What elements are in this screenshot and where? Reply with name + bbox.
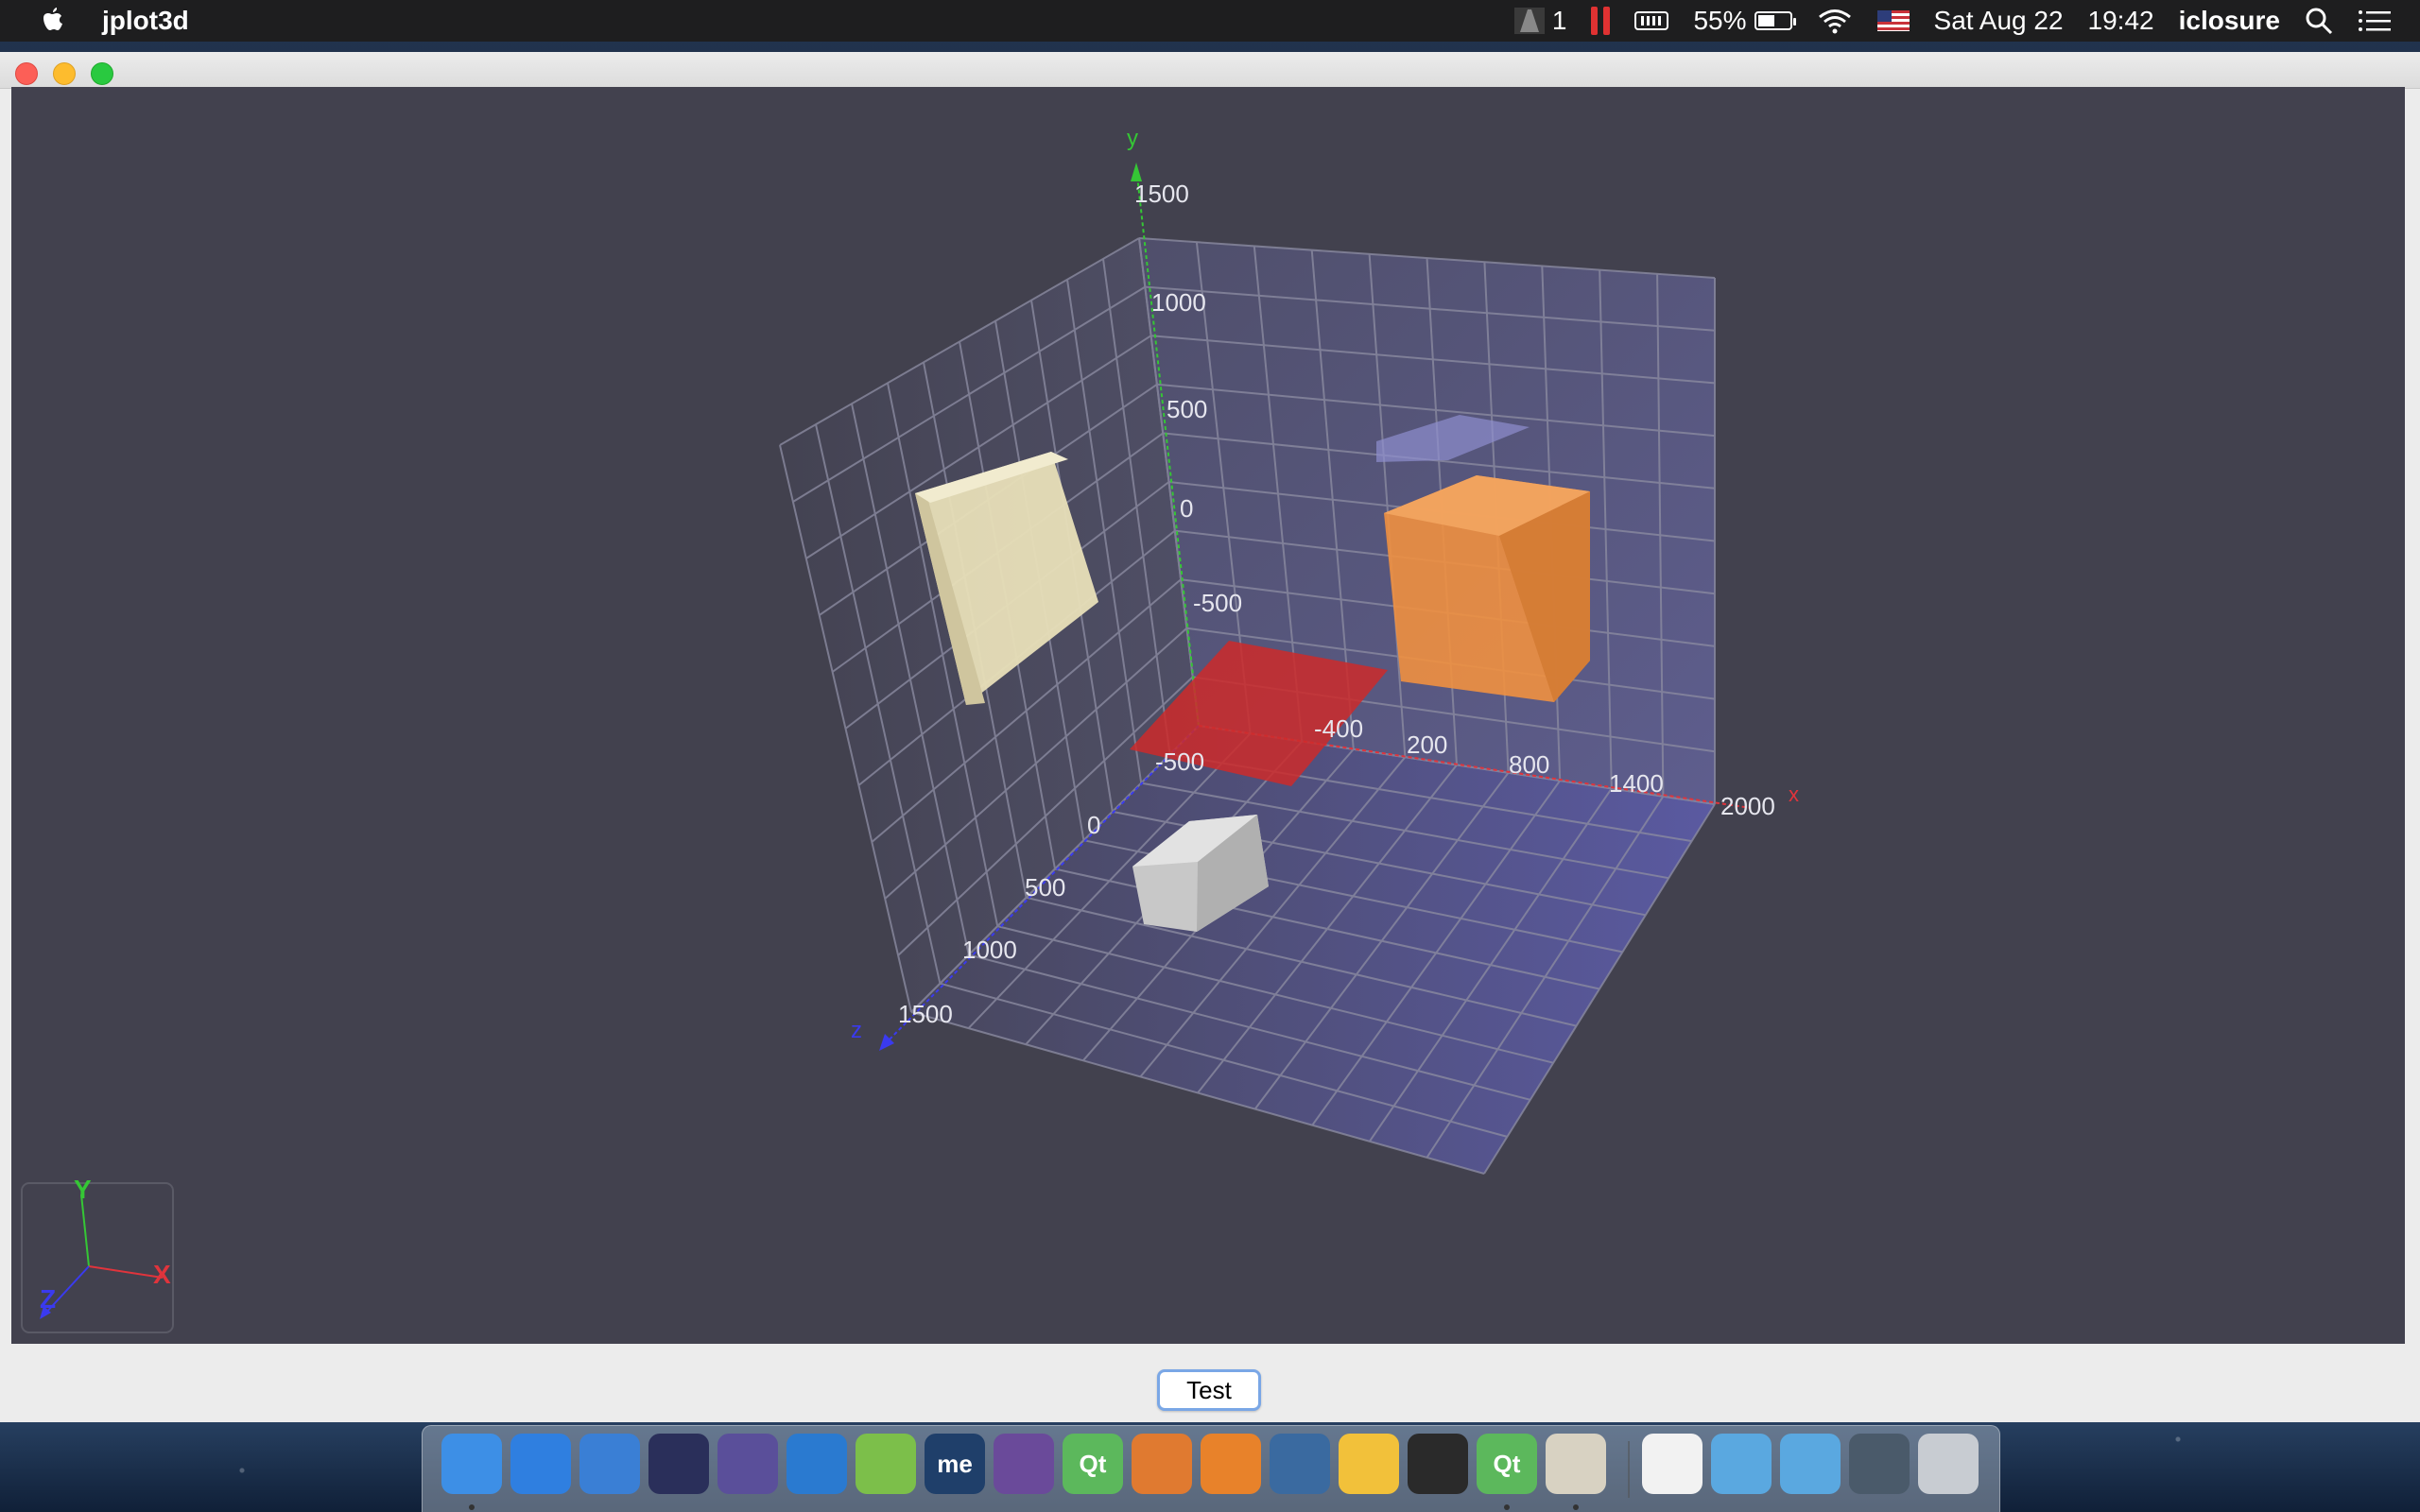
orientation-gizmo[interactable]: Y X Z [21,1175,174,1333]
x-tick-label: 800 [1509,750,1549,779]
test-button[interactable]: Test [1157,1369,1261,1411]
github-icon[interactable] [994,1434,1054,1494]
screenshot-stack-icon[interactable] [1849,1434,1910,1494]
dock-separator [1628,1441,1630,1498]
battery-percent: 55% [1693,6,1747,35]
z-axis-arrow [879,1034,894,1051]
list-icon[interactable] [2358,9,2392,33]
running-indicator [469,1504,475,1510]
xcode-icon[interactable] [579,1434,640,1494]
gizmo-z-label: Z [40,1284,56,1314]
adobe-icon[interactable]: 1 [1513,6,1567,36]
safari-icon[interactable] [510,1434,571,1494]
eclipse-icon[interactable] [648,1434,709,1494]
wifi-icon[interactable] [1817,8,1853,34]
document-icon[interactable] [1642,1434,1703,1494]
y-tick-label: 0 [1180,494,1193,523]
maximize-button[interactable] [91,62,113,85]
x-tick-label: -400 [1314,714,1363,743]
blender-icon[interactable] [1201,1434,1261,1494]
dock: me Qt Qt [422,1425,2000,1512]
y-tick-label: 1000 [1151,288,1206,317]
y-tick-label: 500 [1167,395,1207,423]
qt-designer-icon[interactable]: Qt [1477,1434,1537,1494]
x-tick-label: 200 [1407,730,1447,759]
date-label[interactable]: Sat Aug 22 [1934,6,2064,36]
z-tick-label: 1500 [898,1000,953,1028]
battery-icon [1754,11,1796,30]
x-axis-label: x [1789,782,1799,806]
running-indicator [1504,1504,1510,1510]
z-axis-label: z [851,1018,862,1043]
apple-icon[interactable] [40,7,64,35]
mindmanager-icon[interactable]: me [925,1434,985,1494]
screen-sharing-icon[interactable] [1270,1434,1330,1494]
y-axis-label: y [1127,126,1138,151]
battery-status[interactable]: 55% [1693,6,1796,36]
status-area: 1 55% Sat Aug 22 19:42 iclosure [1513,0,2420,42]
folder-apps-icon[interactable] [1711,1434,1772,1494]
memory-icon[interactable] [1634,9,1669,32]
minimize-button[interactable] [53,62,76,85]
y-tick-label: -500 [1193,589,1242,617]
script-editor-icon[interactable] [1546,1434,1606,1494]
gizmo-y-label: Y [74,1175,92,1204]
plot-canvas[interactable]: y x z 1500 1000 500 0 -500 -400 200 800 … [11,87,2405,1344]
us-flag-icon[interactable] [1876,10,1910,31]
title-bar[interactable] [0,52,2420,89]
gizmo-x-label: X [153,1260,171,1289]
z-tick-label: -500 [1155,747,1204,776]
z-tick-label: 0 [1087,811,1100,839]
music-app-icon[interactable] [1339,1434,1399,1494]
finder-icon[interactable] [441,1434,502,1494]
folder-windows-icon[interactable] [1780,1434,1841,1494]
trash-icon[interactable] [1918,1434,1979,1494]
orange-box[interactable] [1384,475,1590,702]
pause-icon[interactable] [1591,7,1611,35]
android-studio-icon[interactable] [856,1434,916,1494]
vscode-icon[interactable] [786,1434,847,1494]
time-label[interactable]: 19:42 [2088,6,2154,36]
running-indicator [1573,1504,1579,1510]
z-tick-label: 1000 [962,936,1017,964]
terminal-icon[interactable] [1408,1434,1468,1494]
x-tick-label: 2000 [1720,792,1775,820]
user-name[interactable]: iclosure [2179,6,2280,36]
x-tick-label: 1400 [1609,769,1664,798]
qt-creator-icon[interactable]: Qt [1063,1434,1123,1494]
y-tick-label: 1500 [1134,180,1189,208]
z-tick-label: 500 [1025,873,1065,902]
menu-bar: jplot3d 1 55% Sat Aug 22 19:42 iclosure [0,0,2420,42]
y-axis-arrow [1131,163,1142,181]
search-icon[interactable] [2305,7,2333,35]
app-name[interactable]: jplot3d [102,6,189,36]
eclipse-alt-icon[interactable] [717,1434,778,1494]
matlab-icon[interactable] [1132,1434,1192,1494]
adobe-count: 1 [1551,6,1567,35]
close-button[interactable] [15,62,38,85]
plot-3d-scene[interactable]: y x z 1500 1000 500 0 -500 -400 200 800 … [11,87,2405,1344]
